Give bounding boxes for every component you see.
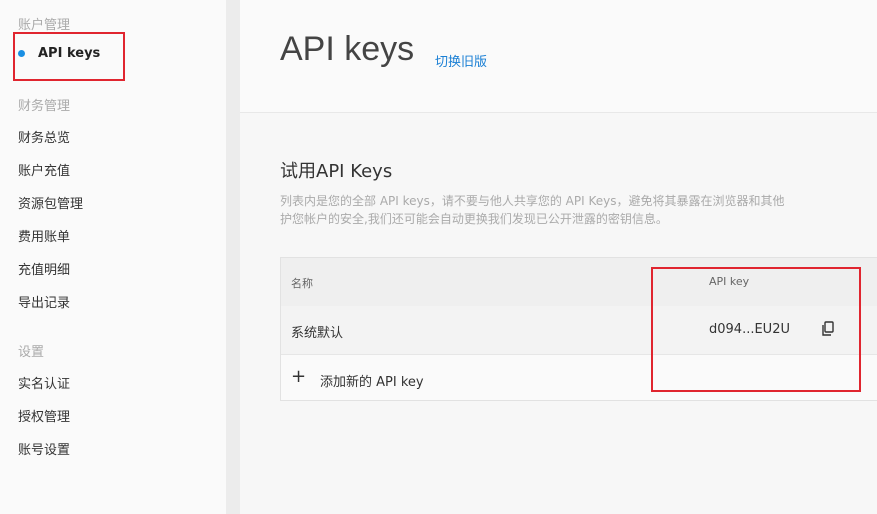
sidebar-item-bills[interactable]: 费用账单: [18, 226, 70, 245]
description-line-1: 列表内是您的全部 API keys，请不要与他人共享您的 API Keys，避免…: [280, 194, 785, 208]
sidebar-item-recharge-details[interactable]: 充值明细: [18, 259, 70, 278]
section-title: 试用API Keys: [280, 161, 393, 182]
section-description: 列表内是您的全部 API keys，请不要与他人共享您的 API Keys，避免…: [280, 192, 877, 228]
page-title: API keys: [280, 30, 415, 68]
sidebar-item-finance-overview[interactable]: 财务总览: [18, 127, 70, 146]
sidebar-section-settings: 设置: [18, 345, 45, 360]
sidebar-section-account: 账户管理: [18, 18, 71, 33]
highlight-box-api-key-column: [651, 267, 861, 392]
highlight-box-api-keys: [13, 32, 125, 81]
column-header-name: 名称: [291, 277, 313, 290]
sidebar-section-finance: 财务管理: [18, 99, 71, 114]
description-line-2: 护您帐户的安全,我们还可能会自动更换我们发现已公开泄露的密钥信息。: [280, 212, 668, 226]
sidebar-item-account-recharge[interactable]: 账户充值: [18, 160, 70, 179]
plus-icon: +: [291, 366, 307, 387]
sidebar-item-account-settings[interactable]: 账号设置: [18, 439, 70, 458]
add-api-key-label: 添加新的 API key: [320, 375, 424, 390]
main-content: API keys 切换旧版 试用API Keys 列表内是您的全部 API ke…: [240, 0, 877, 514]
sidebar-item-export-records[interactable]: 导出记录: [18, 292, 70, 311]
sidebar-item-verification[interactable]: 实名认证: [18, 373, 70, 392]
page-header: API keys 切换旧版: [240, 0, 877, 113]
sidebar-item-resource-packs[interactable]: 资源包管理: [18, 193, 83, 212]
switch-old-version-link[interactable]: 切换旧版: [435, 51, 487, 70]
key-name-cell: 系统默认: [291, 326, 344, 341]
sidebar-item-authorization[interactable]: 授权管理: [18, 406, 70, 425]
sidebar-divider: [226, 0, 240, 514]
